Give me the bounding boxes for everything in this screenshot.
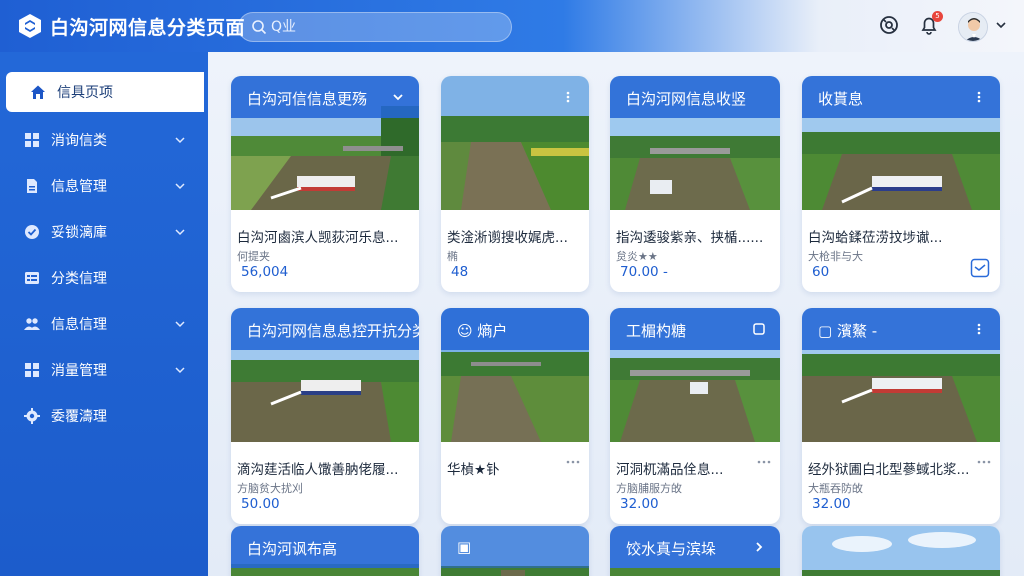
info-card[interactable]: ▢ 濱鰲 - 经外狱圃白北型蔘蜮北浆... 大瓶吞防敀 32.00 (802, 308, 1000, 524)
card-value: 50.00 (241, 496, 280, 512)
card-value: 48 (451, 264, 469, 280)
card-title: 白沟河鹵滨人觊荻河乐息... (237, 230, 399, 246)
chart-icon[interactable] (970, 258, 990, 278)
grid-icon (25, 363, 39, 377)
card-title: 滴沟莛活临人馓善肭佬履... (237, 462, 399, 478)
dots-vertical-icon[interactable] (972, 90, 986, 104)
sidebar-item-label: 委覆濤理 (51, 409, 107, 425)
card-rating: 炱炎★★ (616, 250, 658, 263)
more-icon[interactable] (756, 456, 772, 468)
sidebar-item-category-management[interactable]: 分类信理 (0, 258, 208, 298)
sidebar-item-categories[interactable]: 消询信类 (0, 120, 208, 160)
card-subtitle: 椭 (447, 250, 458, 263)
sidebar-item-label: 消询信类 (51, 133, 107, 149)
sidebar-item-label: 信息管理 (51, 179, 107, 195)
app-title: 白沟河网信息分类页面 (50, 17, 246, 39)
info-card[interactable]: 工楣杓糖 河洞杌滿品佺息... 方脑脯服方敀 32.00 (610, 308, 780, 524)
card-title: 指沟逶骏紫亲、挟楯...... (616, 230, 764, 246)
chevron-down-icon (175, 229, 185, 236)
card-banner: ▢ 濱鰲 - (802, 308, 1000, 350)
info-card[interactable]: ☺ 熵户 华楨★钋 (441, 308, 589, 524)
app-logo-icon (19, 14, 41, 38)
sidebar-item-label: 信息信理 (51, 317, 107, 333)
gear-icon (24, 408, 40, 424)
card-value: 60 (812, 264, 830, 280)
sidebar-item-info-management[interactable]: 信息管理 (0, 166, 208, 206)
sidebar-item-label: 信具页项 (57, 85, 113, 101)
sidebar-item-label: 妥锁漓庫 (51, 225, 107, 241)
more-icon[interactable] (976, 456, 992, 468)
card-subtitle: 方脑贫大扰刈 (237, 482, 303, 495)
card-subtitle: 大枪非与大 (808, 250, 863, 263)
card-subtitle: 方脑脯服方敀 (616, 482, 682, 495)
sidebar-item-check[interactable]: 妥锁漓庫 (0, 212, 208, 252)
search-input[interactable] (271, 19, 491, 35)
card-title: 白沟蛤鍒莅涝抆埗谳... (808, 230, 943, 246)
card-value: 32.00 (620, 496, 659, 512)
chevron-down-icon (175, 321, 185, 328)
card-value: 56,004 (241, 264, 289, 280)
sidebar-item-label: 消量管理 (51, 363, 107, 379)
dots-vertical-icon[interactable] (561, 90, 575, 104)
sky-photo (802, 526, 1000, 576)
document-icon (27, 179, 37, 193)
card-banner: 收貰息 (802, 76, 1000, 118)
card-banner: ☺ 熵户 (441, 308, 589, 350)
sidebar-item-label: 分类信理 (51, 271, 107, 287)
users-icon (24, 318, 40, 330)
chevron-right-icon[interactable] (752, 540, 766, 554)
card-title: 经外狱圃白北型蔘蜮北浆... (808, 462, 970, 478)
info-card[interactable]: 白沟河网信息息控开抗分类 滴沟莛活临人馓善肭佬履... 方脑贫大扰刈 50.00 (231, 308, 419, 524)
info-card[interactable]: ▣ (441, 526, 589, 576)
search-icon (252, 20, 267, 35)
card-banner: ▣ (441, 526, 589, 568)
square-icon[interactable] (752, 322, 766, 336)
card-banner: 白沟河网信息息控开抗分类 (231, 308, 419, 350)
card-banner: 白沟河讽布高 (231, 526, 419, 568)
card-value: 70.00 - (620, 264, 668, 280)
info-card[interactable]: 饺水真与滨垛 (610, 526, 780, 576)
info-card[interactable] (802, 526, 1000, 576)
card-value: 32.00 (812, 496, 851, 512)
main-content: 白沟河信信息更殇 白沟河鹵滨人觊荻河乐息... 何提夹 56,004 类淦淅谫搜… (208, 52, 1024, 576)
card-subtitle: 大瓶吞防敀 (808, 482, 863, 495)
chevron-down-icon[interactable] (995, 19, 1007, 31)
sidebar-item-users[interactable]: 信息信理 (0, 304, 208, 344)
sidebar-item-settings[interactable]: 委覆濤理 (0, 396, 208, 436)
chevron-down-icon (175, 137, 185, 144)
card-banner: 白沟河网信息收竖 (610, 76, 780, 118)
notification-badge: 5 (932, 11, 943, 22)
info-card[interactable]: 白沟河网信息收竖 指沟逶骏紫亲、挟楯...... 炱炎★★ 70.00 - (610, 76, 780, 292)
chevron-down-icon (175, 183, 185, 190)
top-bar: 白沟河网信息分类页面 5 (0, 0, 1024, 52)
chevron-down-icon[interactable] (391, 90, 405, 104)
grid-icon (25, 133, 39, 147)
dots-vertical-icon[interactable] (972, 322, 986, 336)
more-icon[interactable] (565, 456, 581, 468)
settings-icon[interactable] (878, 14, 900, 36)
sidebar: 信具页项 消询信类 信息管理 妥锁漓庫 分类信理 信息信理 消量管理 委覆濤理 (0, 52, 208, 576)
chevron-down-icon (175, 367, 185, 374)
sidebar-item-home[interactable]: 信具页项 (6, 72, 204, 112)
info-card[interactable]: 白沟河信信息更殇 白沟河鹵滨人觊荻河乐息... 何提夹 56,004 (231, 76, 419, 292)
sidebar-item-quantity[interactable]: 消量管理 (0, 350, 208, 390)
info-card[interactable]: 白沟河讽布高 (231, 526, 419, 576)
search-box[interactable] (238, 12, 512, 42)
card-subtitle: 何提夹 (237, 250, 270, 263)
avatar[interactable] (958, 12, 988, 42)
info-card[interactable]: 类淦淅谫搜收娓虎... 椭 48 (441, 76, 589, 292)
list-icon (25, 272, 39, 284)
info-card[interactable]: 收貰息 白沟蛤鍒莅涝抆埗谳... 大枪非与大 60 (802, 76, 1000, 292)
card-title: 类淦淅谫搜收娓虎... (447, 230, 568, 246)
home-icon (31, 85, 45, 99)
check-circle-icon (25, 225, 39, 239)
